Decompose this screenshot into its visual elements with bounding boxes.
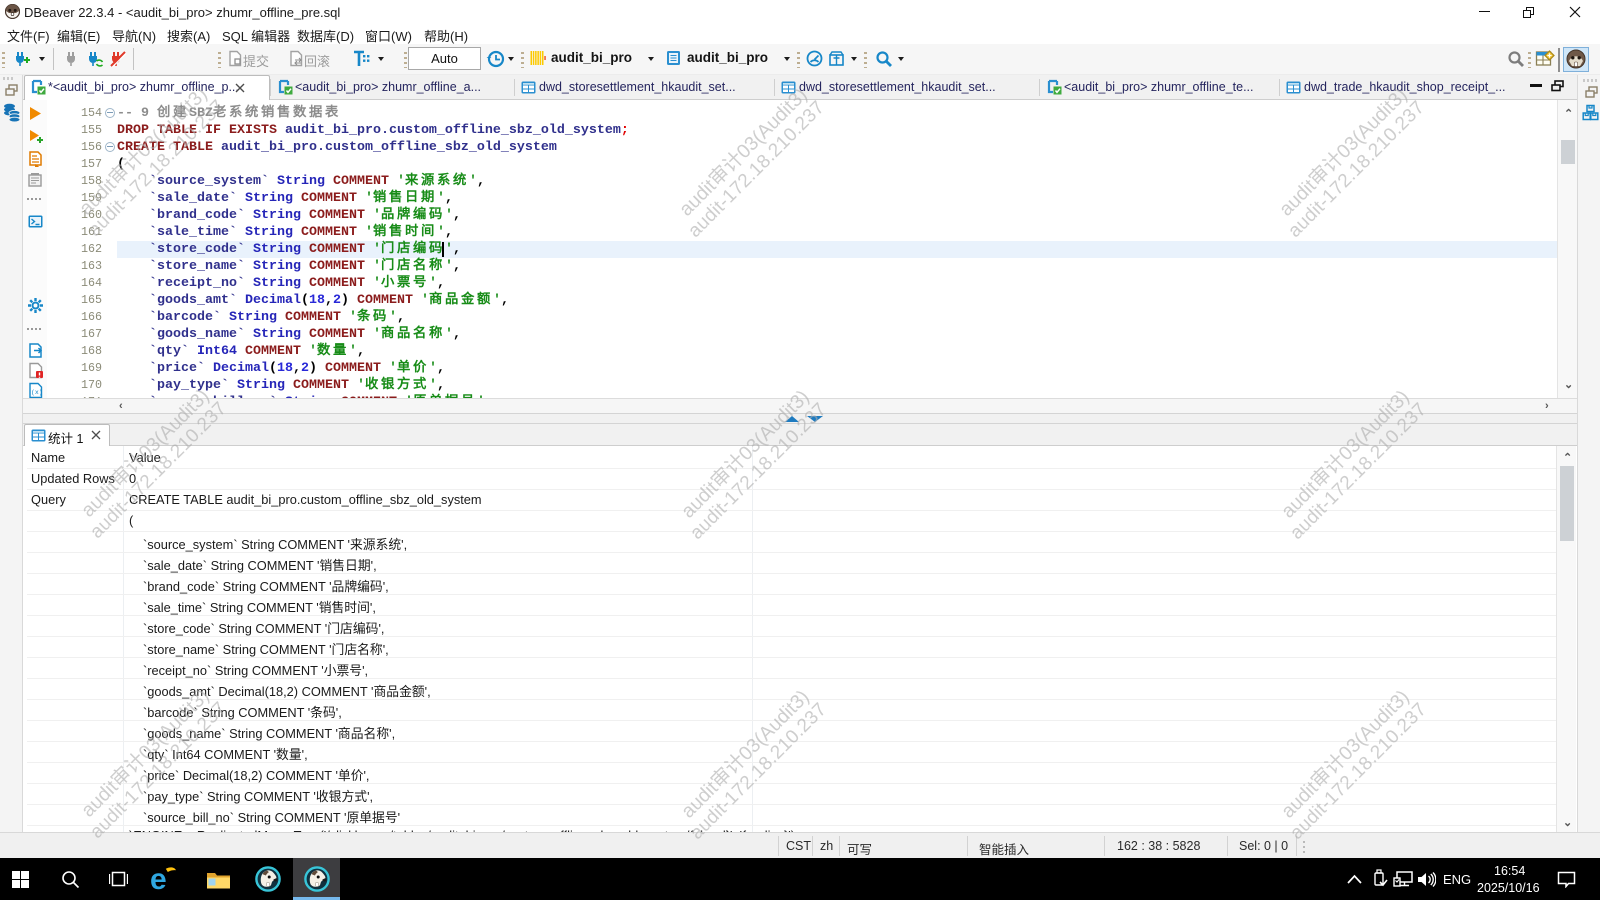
svg-text:(x): (x) (31, 389, 43, 396)
svg-text:e: e (150, 864, 167, 894)
